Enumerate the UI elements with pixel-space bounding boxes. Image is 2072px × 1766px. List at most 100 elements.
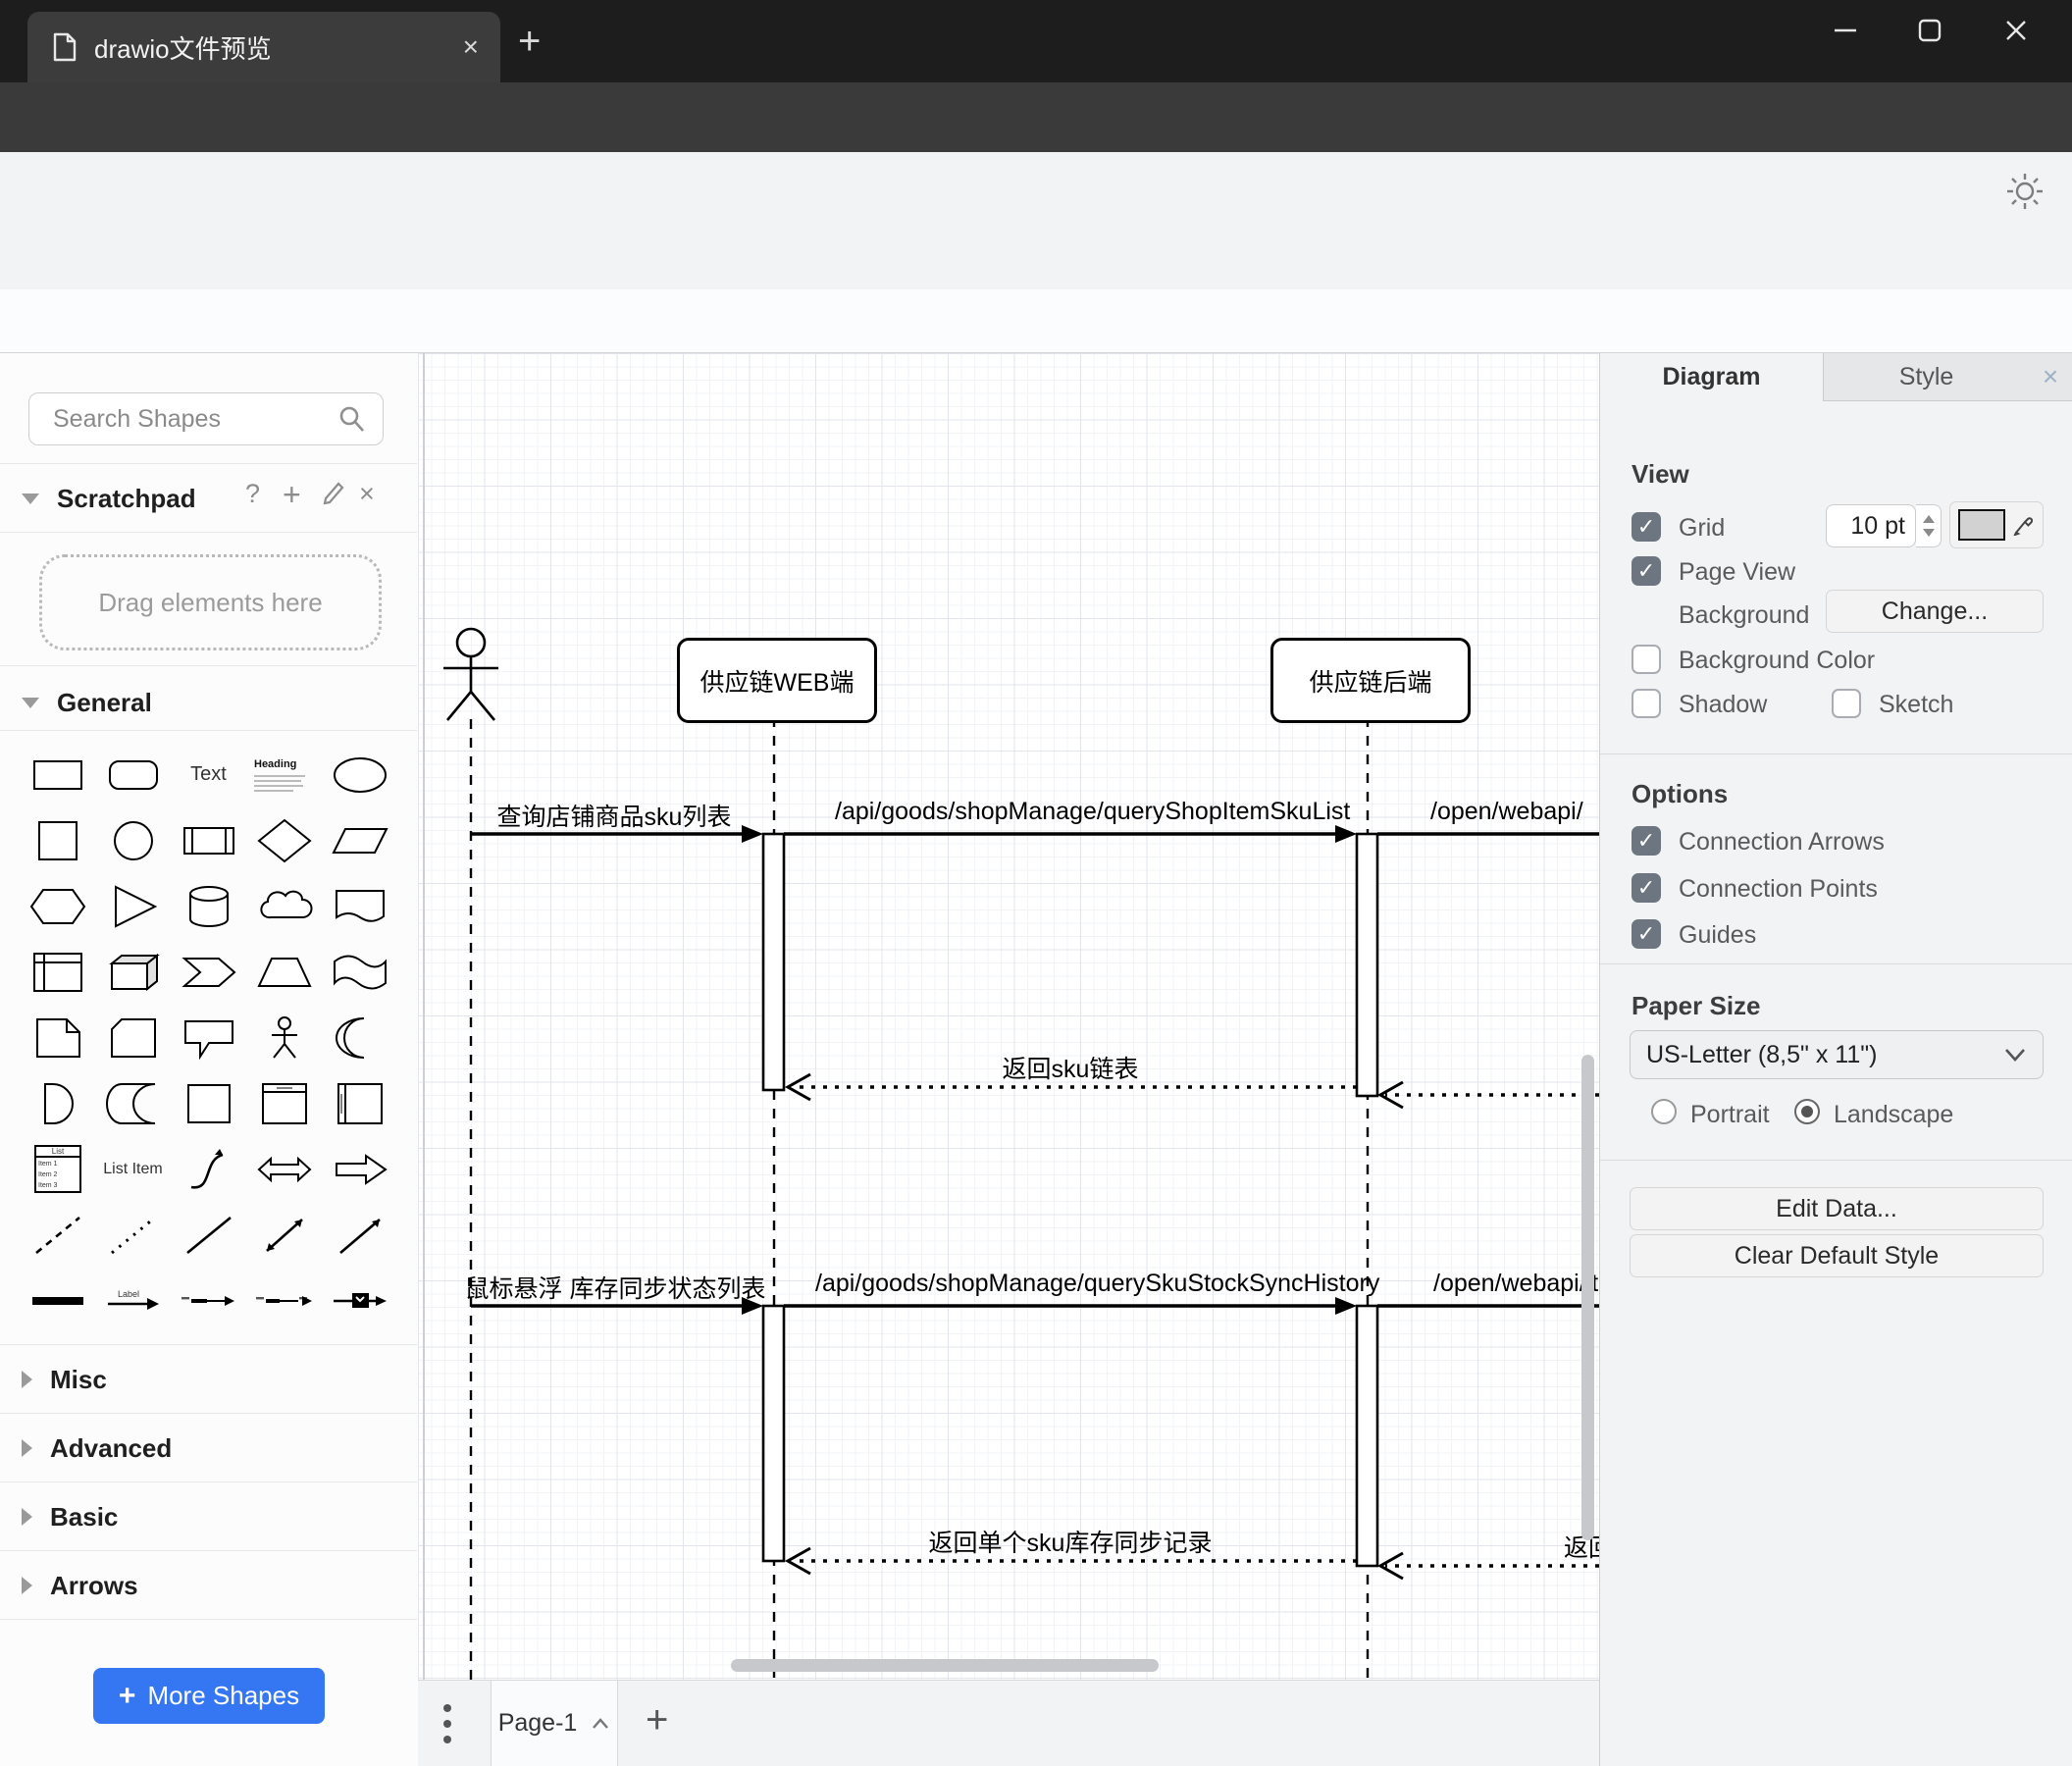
add-page-button[interactable]: +	[646, 1698, 668, 1742]
shape-horizontal-container[interactable]	[322, 1070, 397, 1136]
shape-search-input[interactable]	[51, 403, 339, 435]
sketch-checkbox[interactable]	[1832, 689, 1861, 718]
grid-size-input[interactable]: 10 pt	[1826, 504, 1916, 547]
shape-cylinder[interactable]	[171, 873, 246, 939]
horizontal-scrollbar[interactable]	[731, 1659, 1159, 1672]
scratchpad-add-icon[interactable]: +	[283, 477, 301, 513]
scratchpad-edit-icon[interactable]	[320, 479, 347, 511]
grid-size-stepper[interactable]	[1916, 504, 1942, 547]
shape-arrow[interactable]	[322, 1136, 397, 1202]
panel-close-icon[interactable]: ×	[2029, 353, 2072, 401]
vertical-scrollbar[interactable]	[1581, 1055, 1594, 1540]
tab-style[interactable]: Style	[1823, 353, 2029, 401]
more-shapes-button[interactable]: + More Shapes	[93, 1668, 325, 1724]
tab-close-icon[interactable]: ×	[463, 31, 479, 63]
shape-vertical-container[interactable]	[246, 1070, 322, 1136]
window-maximize-button[interactable]	[1888, 0, 1972, 61]
shape-or[interactable]	[322, 1005, 397, 1070]
clear-default-style-button[interactable]: Clear Default Style	[1630, 1234, 2044, 1277]
message-label[interactable]: /api/goods/shopManage/queryShopItemSkuLi…	[835, 798, 1350, 826]
shape-rectangle[interactable]	[20, 742, 95, 807]
shape-curve[interactable]	[171, 1136, 246, 1202]
window-minimize-button[interactable]	[1803, 0, 1888, 61]
message-label[interactable]: /open/webapi/item	[1433, 1270, 1599, 1298]
page-tab[interactable]: Page-1	[491, 1681, 618, 1766]
shape-dashed-line[interactable]	[20, 1202, 95, 1268]
theme-toggle-button[interactable]	[2005, 172, 2045, 216]
guides-checkbox[interactable]	[1632, 919, 1661, 949]
participant-web[interactable]: 供应链WEB端	[677, 638, 877, 723]
shape-card[interactable]	[95, 1005, 171, 1070]
landscape-radio[interactable]	[1794, 1099, 1820, 1124]
shape-bidirectional-arrow[interactable]	[246, 1136, 322, 1202]
shape-text[interactable]: Text	[171, 742, 246, 807]
section-general[interactable]: General	[22, 681, 152, 724]
background-change-button[interactable]: Change...	[1826, 590, 2044, 633]
shape-arrow-source-target-label[interactable]	[246, 1268, 322, 1333]
shape-arrow-with-label[interactable]: Label	[95, 1268, 171, 1333]
shape-callout[interactable]	[171, 1005, 246, 1070]
shape-document[interactable]	[322, 873, 397, 939]
section-arrows[interactable]: Arrows	[22, 1566, 138, 1605]
shape-tape[interactable]	[322, 939, 397, 1005]
message-label[interactable]: 查询店铺商品sku列表	[477, 798, 751, 833]
shape-bidirectional-connector[interactable]	[246, 1202, 322, 1268]
shape-and[interactable]	[20, 1070, 95, 1136]
diagram-canvas[interactable]: 供应链WEB端 供应链后端 查询店铺商品sku列表 /api/goods/sho…	[418, 353, 1599, 1680]
shape-dotted-line[interactable]	[95, 1202, 171, 1268]
browser-tab[interactable]: drawio文件预览 ×	[27, 12, 500, 82]
window-close-button[interactable]	[1974, 0, 2058, 61]
shape-cloud[interactable]	[246, 873, 322, 939]
shape-search-box[interactable]	[28, 392, 384, 445]
shape-process[interactable]	[171, 807, 246, 873]
page-view-checkbox[interactable]	[1632, 556, 1661, 586]
shape-circle[interactable]	[95, 807, 171, 873]
pages-menu-icon[interactable]	[441, 1702, 453, 1750]
shape-ellipse[interactable]	[322, 742, 397, 807]
portrait-radio[interactable]	[1651, 1099, 1677, 1124]
shape-link[interactable]	[20, 1268, 95, 1333]
message-label[interactable]: 返回sku链表	[953, 1050, 1188, 1085]
shadow-checkbox[interactable]	[1632, 689, 1661, 718]
scratchpad-help-icon[interactable]: ?	[245, 479, 260, 509]
stepper-up-icon[interactable]	[1922, 515, 1935, 523]
shape-rounded-rectangle[interactable]	[95, 742, 171, 807]
grid-checkbox[interactable]	[1632, 512, 1661, 542]
tab-diagram[interactable]: Diagram	[1600, 353, 1823, 401]
section-advanced[interactable]: Advanced	[22, 1428, 172, 1468]
shape-step[interactable]	[171, 939, 246, 1005]
shape-actor[interactable]	[246, 1005, 322, 1070]
shape-directional-connector[interactable]	[322, 1202, 397, 1268]
participant-backend[interactable]: 供应链后端	[1270, 638, 1471, 723]
message-label[interactable]: 鼠标悬浮 库存同步状态列表	[453, 1270, 777, 1305]
message-label[interactable]: /api/goods/shopManage/querySkuStockSyncH…	[815, 1270, 1379, 1298]
shape-note[interactable]	[20, 1005, 95, 1070]
shape-square[interactable]	[20, 807, 95, 873]
new-tab-button[interactable]: +	[518, 20, 541, 64]
shape-diamond[interactable]	[246, 807, 322, 873]
shape-internal-storage[interactable]	[20, 939, 95, 1005]
grid-color-button[interactable]	[1949, 501, 2044, 548]
shape-cube[interactable]	[95, 939, 171, 1005]
shape-textbox[interactable]: Heading	[246, 742, 322, 807]
shape-list-item[interactable]: List Item	[95, 1136, 171, 1202]
edit-data-button[interactable]: Edit Data...	[1630, 1187, 2044, 1230]
stepper-down-icon[interactable]	[1922, 529, 1935, 537]
section-misc[interactable]: Misc	[22, 1360, 107, 1399]
shape-hexagon[interactable]	[20, 873, 95, 939]
scratchpad-header[interactable]: Scratchpad	[22, 477, 196, 520]
scratchpad-dropzone[interactable]: Drag elements here	[39, 554, 382, 650]
message-label[interactable]: 返回单个sku库存同步记录	[913, 1524, 1227, 1559]
message-label[interactable]: /open/webapi/	[1430, 798, 1599, 826]
scratchpad-close-icon[interactable]: ×	[359, 479, 375, 509]
connection-arrows-checkbox[interactable]	[1632, 826, 1661, 856]
section-basic[interactable]: Basic	[22, 1497, 118, 1536]
paper-size-select[interactable]: US-Letter (8,5" x 11")	[1630, 1030, 2044, 1079]
background-color-checkbox[interactable]	[1632, 645, 1661, 674]
shape-arrow-with-box[interactable]	[322, 1268, 397, 1333]
shape-container[interactable]	[171, 1070, 246, 1136]
shape-trapezoid[interactable]	[246, 939, 322, 1005]
shape-list[interactable]: List Item 1 Item 2 Item 3	[20, 1136, 95, 1202]
shape-parallelogram[interactable]	[322, 807, 397, 873]
shape-line[interactable]	[171, 1202, 246, 1268]
